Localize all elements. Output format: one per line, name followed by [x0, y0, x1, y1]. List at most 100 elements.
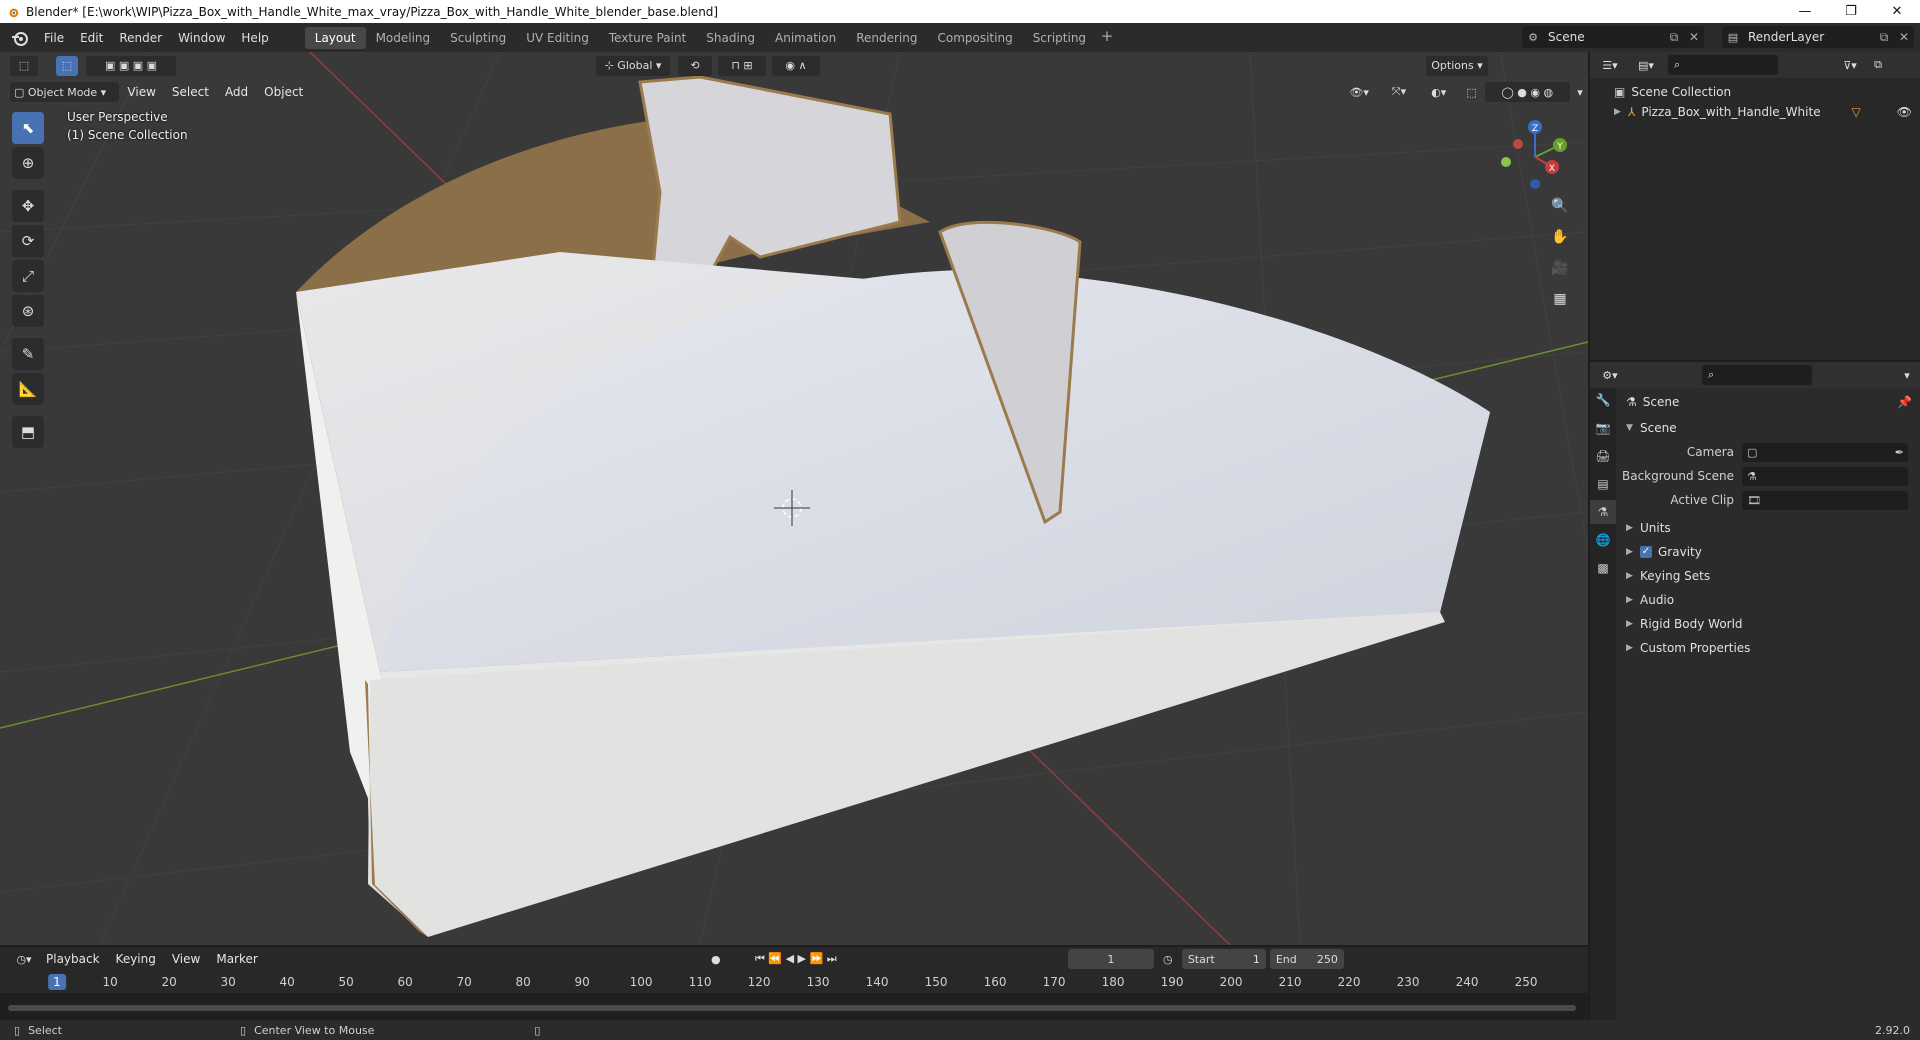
viewport-menu-view[interactable]: View	[119, 85, 163, 99]
display-mode-icon[interactable]: ▤▾	[1632, 55, 1660, 75]
options-dropdown[interactable]: Options ▾	[1426, 55, 1488, 76]
filter-icon[interactable]: ⊽▾	[1836, 55, 1864, 75]
view-layer-selector[interactable]: ▤ RenderLayer ⧉ ✕	[1722, 26, 1914, 48]
render-tab-icon[interactable]: 📷	[1590, 416, 1616, 440]
transform-orientation-dropdown[interactable]: ⊹ Global ▾	[596, 55, 670, 76]
world-tab-icon[interactable]: 🌐	[1590, 528, 1616, 552]
audio-panel[interactable]: ▶ Audio	[1616, 588, 1920, 612]
shading-options-icon[interactable]: ▾	[1572, 82, 1588, 102]
snap-icon[interactable]: ⊓ ⊞	[718, 55, 766, 76]
object-mode-dropdown[interactable]: ▢ Object Mode ▾	[10, 82, 120, 102]
rigid-body-world-panel[interactable]: ▶ Rigid Body World	[1616, 612, 1920, 636]
timeline-menu-playback[interactable]: Playback	[38, 952, 108, 966]
start-frame-field[interactable]: Start 1	[1181, 949, 1266, 969]
tab-texture-paint[interactable]: Texture Paint	[599, 27, 696, 49]
scene-selector[interactable]: ⚙ Scene ⧉ ✕	[1522, 26, 1704, 48]
outliner-scene-collection[interactable]: ▣ Scene Collection	[1590, 82, 1920, 102]
menu-help[interactable]: Help	[233, 27, 276, 49]
gravity-panel[interactable]: ▶ ✓ Gravity	[1616, 540, 1920, 564]
gravity-checkbox[interactable]: ✓	[1640, 546, 1652, 558]
end-frame-field[interactable]: End 250	[1269, 949, 1344, 969]
outliner-editor-type-icon[interactable]: ☰▾	[1596, 55, 1624, 75]
select-tool-icon[interactable]: ⬉	[12, 112, 44, 144]
tab-scripting[interactable]: Scripting	[1023, 27, 1096, 49]
timeline-menu-marker[interactable]: Marker	[208, 952, 265, 966]
select-box-icon[interactable]: ⬚	[56, 55, 78, 76]
proportional-edit-icon[interactable]: ◉ ∧	[772, 55, 820, 76]
3d-viewport[interactable]: ⬚ ⬚ ▣ ▣ ▣ ▣ ⊹ Global ▾ ⟲ ⊓ ⊞ ◉ ∧ Options…	[0, 52, 1588, 945]
add-workspace-button[interactable]: +	[1096, 27, 1118, 49]
new-view-layer-icon[interactable]: ⧉	[1874, 30, 1894, 45]
menu-file[interactable]: File	[36, 27, 72, 49]
navigation-gizmo[interactable]: Z Y X	[1490, 112, 1580, 192]
camera-field[interactable]: ▢ ✒	[1742, 442, 1908, 462]
transform-tool-icon[interactable]: ⊛	[12, 295, 44, 327]
timeline-scrollbar[interactable]	[8, 1005, 1576, 1011]
custom-properties-panel[interactable]: ▶ Custom Properties	[1616, 636, 1920, 660]
viewport-menu-add[interactable]: Add	[217, 85, 256, 99]
keying-sets-panel[interactable]: ▶ Keying Sets	[1616, 564, 1920, 588]
add-cube-tool-icon[interactable]: ⬒	[12, 416, 44, 448]
camera-view-icon[interactable]: 🎥	[1546, 254, 1574, 282]
timeline-editor-type-icon[interactable]: ◷▾	[10, 949, 38, 969]
scale-tool-icon[interactable]: ⤢	[12, 260, 44, 292]
maximize-button[interactable]: ❐	[1828, 0, 1874, 23]
tool-settings-tab-icon[interactable]: 🔧	[1590, 388, 1616, 412]
editor-type-icon[interactable]: ⬚	[10, 55, 38, 76]
overlay-toggle-icon[interactable]: ◐▾	[1421, 82, 1457, 102]
visibility-icon[interactable]: 👁▾	[1341, 82, 1377, 102]
outliner-search-input[interactable]: ⌕	[1668, 55, 1778, 75]
outliner-item[interactable]: ▶ ⅄ Pizza_Box_with_Handle_White ▽ 👁	[1590, 102, 1920, 122]
pin-icon[interactable]: 📌	[1897, 395, 1912, 409]
tab-modeling[interactable]: Modeling	[366, 27, 441, 49]
auto-keying-icon[interactable]: ●	[706, 949, 726, 969]
timeline-ruler[interactable]: 1 10 20 30 40 50 60 70 80 90 100 110 120 130 140 150 160…	[0, 971, 1588, 993]
tab-compositing[interactable]: Compositing	[927, 27, 1022, 49]
pivot-point-icon[interactable]: ⟲	[678, 55, 712, 76]
menu-edit[interactable]: Edit	[72, 27, 111, 49]
viewport-menu-select[interactable]: Select	[164, 85, 217, 99]
new-collection-icon[interactable]: ⧉	[1868, 55, 1888, 75]
zoom-icon[interactable]: 🔍	[1546, 192, 1574, 220]
cursor-tool-icon[interactable]: ⊕	[12, 147, 44, 179]
output-tab-icon[interactable]: 🖨	[1590, 444, 1616, 468]
properties-editor-type-icon[interactable]: ⚙▾	[1596, 365, 1624, 385]
units-panel[interactable]: ▶ Units	[1616, 516, 1920, 540]
current-frame-marker[interactable]: 1	[48, 974, 66, 990]
move-tool-icon[interactable]: ✥	[12, 190, 44, 222]
menu-render[interactable]: Render	[111, 27, 170, 49]
scene-tab-icon[interactable]: ⚗	[1590, 500, 1616, 524]
active-clip-field[interactable]: 🎞	[1742, 490, 1908, 510]
timeline-menu-view[interactable]: View	[164, 952, 208, 966]
tab-shading[interactable]: Shading	[696, 27, 765, 49]
playback-controls[interactable]: ⏮ ⏪ ◀ ▶ ⏩ ⏭	[736, 949, 856, 969]
xray-icon[interactable]: ⬚	[1461, 82, 1483, 102]
shading-modes-icons[interactable]: ◯ ● ◉ ◍	[1484, 82, 1571, 102]
ortho-toggle-icon[interactable]: ▦	[1546, 285, 1574, 313]
expand-arrow-icon[interactable]: ▶	[1614, 107, 1628, 117]
properties-options-icon[interactable]: ▾	[1898, 365, 1916, 385]
timeline-menu-keying[interactable]: Keying	[108, 952, 164, 966]
preview-range-icon[interactable]: ◷	[1158, 949, 1178, 969]
current-frame-field[interactable]: 1	[1067, 949, 1154, 969]
remove-view-layer-icon[interactable]: ✕	[1894, 30, 1914, 44]
texture-tab-icon[interactable]: ▩	[1590, 556, 1616, 580]
view-layer-tab-icon[interactable]: ▤	[1590, 472, 1616, 496]
timeline-track[interactable]	[0, 993, 1588, 1020]
tab-layout[interactable]: Layout	[304, 26, 366, 49]
tab-uv-editing[interactable]: UV Editing	[516, 27, 599, 49]
tab-sculpting[interactable]: Sculpting	[440, 27, 516, 49]
rotate-tool-icon[interactable]: ⟳	[12, 225, 44, 257]
pan-hand-icon[interactable]: ✋	[1546, 223, 1574, 251]
minimize-button[interactable]: —	[1782, 0, 1828, 23]
tab-rendering[interactable]: Rendering	[846, 27, 927, 49]
tab-animation[interactable]: Animation	[765, 27, 846, 49]
scene-panel-header[interactable]: ▼ Scene	[1616, 416, 1920, 440]
menu-window[interactable]: Window	[170, 27, 233, 49]
gizmo-toggle-icon[interactable]: ⤧▾	[1381, 82, 1417, 102]
close-button[interactable]: ✕	[1874, 0, 1920, 23]
properties-search-input[interactable]: ⌕	[1702, 365, 1812, 385]
visibility-eye-icon[interactable]: 👁	[1897, 105, 1912, 119]
select-mode-icons[interactable]: ▣ ▣ ▣ ▣	[86, 55, 176, 76]
remove-scene-icon[interactable]: ✕	[1684, 30, 1704, 44]
